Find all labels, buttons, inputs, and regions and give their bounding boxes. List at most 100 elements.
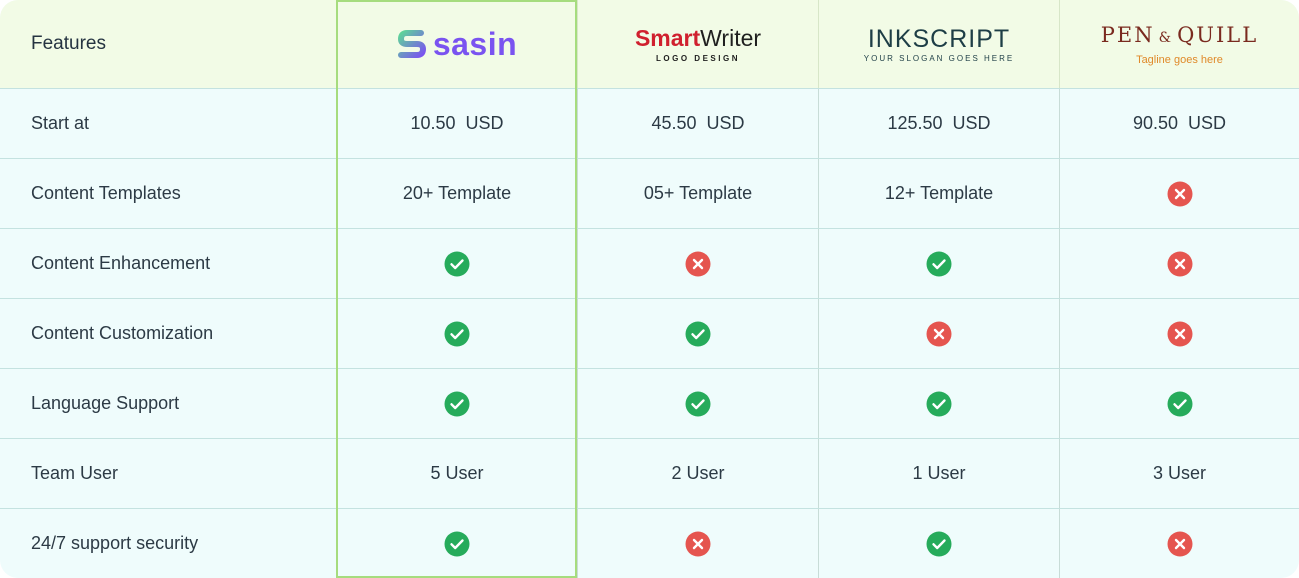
- value-text: 10.50 USD: [410, 113, 504, 133]
- sasin-s-icon: [397, 30, 426, 58]
- check-icon: [444, 321, 470, 346]
- table-row: Language Support: [0, 368, 1299, 438]
- smartwriter-name-part2: Writer: [700, 24, 762, 51]
- value-cell-c4: [1059, 159, 1299, 228]
- table-row: Content Templates 20+ Template 05+ Templat…: [0, 158, 1299, 228]
- value-cell-c1: 10.50 USD: [337, 89, 577, 158]
- feature-label: Team User: [31, 463, 119, 483]
- value-cell-c2: [577, 229, 818, 298]
- cross-icon: [1167, 531, 1192, 556]
- value-text: 2 User: [671, 463, 725, 483]
- feature-cell: Start at: [0, 89, 337, 158]
- value-cell-c1: [337, 229, 577, 298]
- value-cell-c2: 45.50 USD: [577, 89, 818, 158]
- smartwriter-tagline: LOGO DESIGN: [656, 53, 740, 63]
- value-cell-c3: [818, 299, 1059, 368]
- cross-icon: [1167, 181, 1192, 206]
- features-header: Features: [0, 0, 337, 88]
- feature-cell: Content Customization: [0, 299, 337, 368]
- value-cell-c3: 12+ Template: [818, 159, 1059, 228]
- feature-cell: Language Support: [0, 369, 337, 438]
- value-cell-c2: 2 User: [577, 439, 818, 508]
- value-cell-c4: 3 User: [1059, 439, 1299, 508]
- table-row: Content Enhancement: [0, 228, 1299, 298]
- check-icon: [685, 391, 711, 416]
- value-cell-c3: 125.50 USD: [818, 89, 1059, 158]
- value-cell-c1: [337, 369, 577, 438]
- value-cell-c2: [577, 299, 818, 368]
- check-icon: [685, 321, 711, 346]
- value-cell-c1: [337, 299, 577, 368]
- value-cell-c4: [1059, 509, 1299, 578]
- value-cell-c4: [1059, 299, 1299, 368]
- value-cell-c3: [818, 509, 1059, 578]
- value-cell-c2: [577, 509, 818, 578]
- value-cell-c1: 5 User: [337, 439, 577, 508]
- feature-label: 24/7 support security: [31, 533, 199, 553]
- cross-icon: [926, 321, 952, 346]
- value-text: 12+ Template: [884, 183, 994, 203]
- comparison-table: Features sasin SmartWriter LOGO DESIGN I…: [0, 0, 1299, 578]
- value-cell-c3: 1 User: [818, 439, 1059, 508]
- table-header-row: Features sasin SmartWriter LOGO DESIGN I…: [0, 0, 1299, 88]
- value-cell-c4: [1059, 369, 1299, 438]
- value-cell-c1: 20+ Template: [337, 159, 577, 228]
- value-text: 45.50 USD: [651, 113, 745, 133]
- feature-cell: Team User: [0, 439, 337, 508]
- inkscript-tagline: YOUR SLOGAN GOES HERE: [863, 53, 1015, 63]
- check-icon: [444, 251, 470, 276]
- value-cell-c3: [818, 229, 1059, 298]
- feature-label: Language Support: [31, 393, 180, 413]
- value-cell-c2: 05+ Template: [577, 159, 818, 228]
- value-text: 05+ Template: [643, 183, 753, 203]
- value-text: 5 User: [430, 463, 484, 483]
- penquill-amp: &: [1158, 29, 1174, 46]
- cross-icon: [685, 531, 711, 556]
- feature-label: Content Customization: [31, 323, 214, 343]
- sasin-logo: sasin: [397, 26, 517, 63]
- table-row: Team User 5 User 2 User 1 User 3 User: [0, 438, 1299, 508]
- feature-cell: 24/7 support security: [0, 509, 337, 578]
- sasin-wordmark: sasin: [432, 25, 518, 62]
- check-icon: [926, 531, 952, 556]
- value-cell-c1: [337, 509, 577, 578]
- feature-label: Content Enhancement: [31, 253, 211, 273]
- table-row: Start at 10.50 USD 45.50 USD 125.50 USD 90.5…: [0, 88, 1299, 158]
- brand-penquill-header: PEN & QUILL Tagline goes here: [1059, 0, 1299, 88]
- value-text: 125.50 USD: [887, 113, 991, 133]
- inkscript-logo: INKSCRIPT YOUR SLOGAN GOES HERE: [864, 26, 1014, 63]
- cross-icon: [1167, 251, 1192, 276]
- brand-smartwriter-header: SmartWriter LOGO DESIGN: [577, 0, 818, 88]
- table-row: 24/7 support security: [0, 508, 1299, 578]
- feature-cell: Content Templates: [0, 159, 337, 228]
- feature-cell: Content Enhancement: [0, 229, 337, 298]
- feature-label: Content Templates: [31, 183, 181, 203]
- check-icon: [444, 531, 470, 556]
- table-row: Content Customization: [0, 298, 1299, 368]
- cross-icon: [1167, 321, 1192, 346]
- check-icon: [444, 391, 470, 416]
- cross-icon: [685, 251, 711, 276]
- penquill-tagline: Tagline goes here: [1136, 53, 1223, 66]
- smartwriter-logo: SmartWriter LOGO DESIGN: [635, 26, 761, 63]
- check-icon: [926, 391, 952, 416]
- smartwriter-name-part1: Smart: [634, 24, 701, 51]
- check-icon: [1167, 391, 1192, 416]
- features-label: Features: [31, 33, 106, 54]
- penquill-logo: PEN & QUILL Tagline goes here: [1101, 23, 1258, 66]
- value-text: 1 User: [912, 463, 966, 483]
- brand-sasin-header: sasin: [337, 0, 577, 88]
- value-cell-c4: [1059, 229, 1299, 298]
- value-cell-c4: 90.50 USD: [1059, 89, 1299, 158]
- brand-inkscript-header: INKSCRIPT YOUR SLOGAN GOES HERE: [818, 0, 1059, 88]
- value-text: 20+ Template: [402, 183, 512, 203]
- penquill-name-right: QUILL: [1177, 22, 1259, 47]
- value-text: 90.50 USD: [1132, 113, 1227, 133]
- penquill-name-left: PEN: [1100, 22, 1155, 47]
- feature-label: Start at: [31, 113, 90, 133]
- check-icon: [926, 251, 952, 276]
- value-cell-c3: [818, 369, 1059, 438]
- value-cell-c2: [577, 369, 818, 438]
- value-text: 3 User: [1152, 463, 1206, 483]
- inkscript-name: INKSCRIPT: [867, 24, 1011, 53]
